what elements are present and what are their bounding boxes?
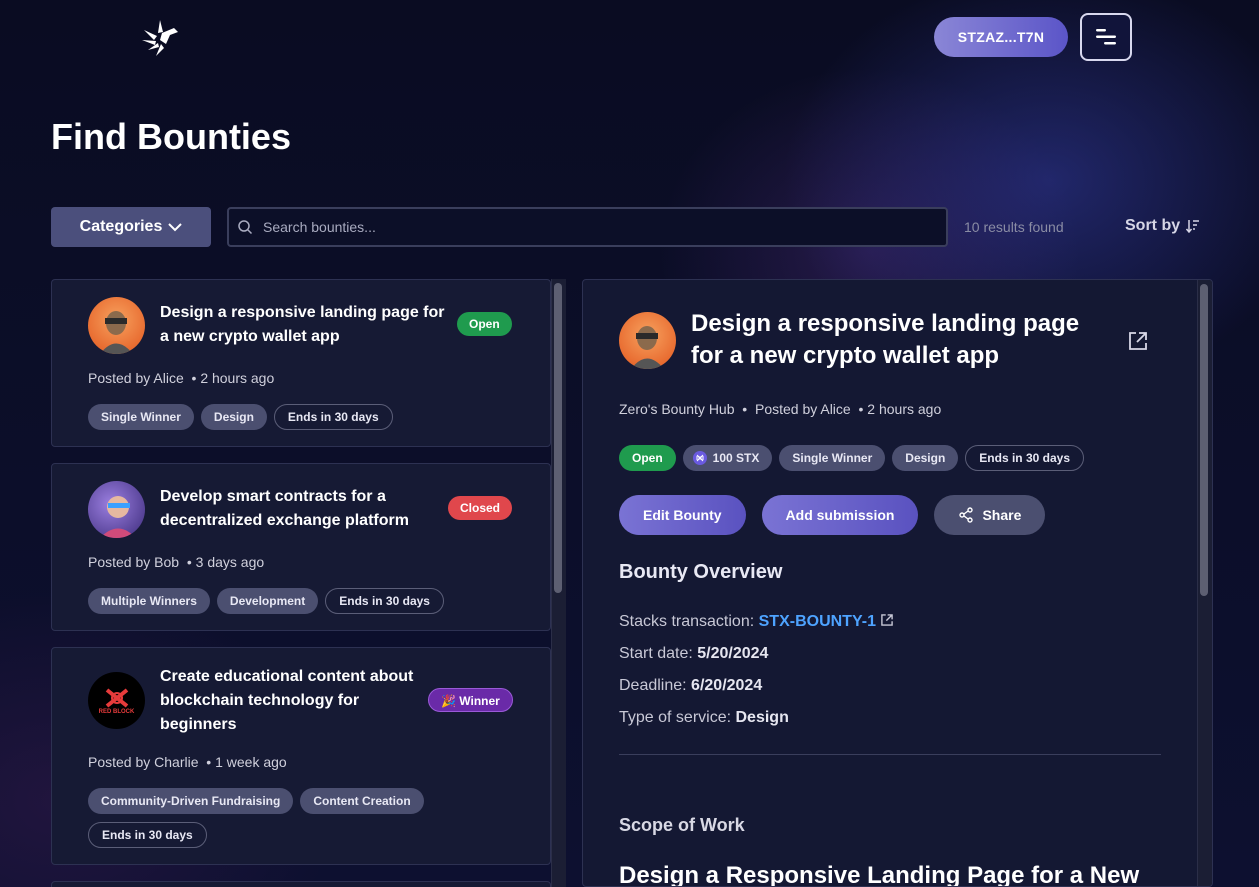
detail-title: Design a responsive landing page for a n… xyxy=(691,308,1111,372)
bounty-list: Design a responsive landing page for a n… xyxy=(51,279,567,887)
external-link-icon[interactable] xyxy=(880,613,894,627)
bounty-title: beginners xyxy=(160,716,237,733)
share-label: Share xyxy=(982,507,1022,523)
posted-time: 3 days ago xyxy=(195,554,265,570)
page-title: Find Bounties xyxy=(51,116,291,157)
scope-heading: Scope of Work xyxy=(619,815,745,835)
posted-by: Posted by Alice xyxy=(88,370,184,386)
service-value: Design xyxy=(735,709,789,726)
ends-tag: Ends in 30 days xyxy=(965,445,1084,471)
edit-bounty-button[interactable]: Edit Bounty xyxy=(619,495,746,535)
status-badge: Open xyxy=(619,445,676,471)
bounty-card[interactable]: RED BLOCK Create educational content abo… xyxy=(51,647,551,865)
deadline-label: Deadline: xyxy=(619,677,692,694)
bounty-title: Develop smart contracts for a xyxy=(160,488,386,505)
tag: Multiple Winners xyxy=(88,588,210,614)
tx-label: Stacks transaction: xyxy=(619,613,759,630)
ends-tag: Ends in 30 days xyxy=(88,822,207,848)
share-icon xyxy=(959,507,974,523)
start-label: Start date: xyxy=(619,645,698,662)
overview-heading: Bounty Overview xyxy=(619,561,783,583)
share-button[interactable]: Share xyxy=(934,495,1046,535)
sort-icon xyxy=(1186,220,1200,233)
bounty-card[interactable]: Design a responsive landing page for a n… xyxy=(51,279,551,447)
tag: Single Winner xyxy=(88,404,194,430)
service-label: Type of service: xyxy=(619,709,736,726)
results-count: 10 results found xyxy=(964,219,1064,235)
detail-scrollbar-thumb[interactable] xyxy=(1200,284,1208,596)
scope-title: Design a Responsive Landing Page for a N… xyxy=(619,862,1140,887)
sort-button[interactable]: Sort by xyxy=(1125,217,1200,235)
sort-label: Sort by xyxy=(1125,217,1181,234)
avatar: RED BLOCK xyxy=(88,672,145,729)
bounty-title: a new crypto wallet app xyxy=(160,328,340,345)
avatar xyxy=(88,481,145,538)
posted-by: Posted by Charlie xyxy=(88,754,199,770)
search-box[interactable] xyxy=(227,207,948,247)
menu-icon xyxy=(1096,29,1116,45)
bounty-card[interactable]: Develop smart contracts for a decentrali… xyxy=(51,463,551,631)
posted-time: 1 week ago xyxy=(215,754,287,770)
chevron-down-icon xyxy=(168,223,183,232)
status-badge: Open xyxy=(457,312,512,336)
bounty-title: blockchain technology for xyxy=(160,692,360,709)
add-submission-button[interactable]: Add submission xyxy=(761,495,919,535)
categories-dropdown[interactable]: Categories xyxy=(51,207,211,247)
tag: Community-Driven Fundraising xyxy=(88,788,294,814)
categories-label: Categories xyxy=(79,218,163,235)
deadline-line: Deadline: 6/20/2024 xyxy=(619,677,762,695)
ends-tag: Ends in 30 days xyxy=(273,404,393,430)
search-input[interactable] xyxy=(253,219,946,235)
tag: Single Winner xyxy=(779,445,886,471)
divider xyxy=(619,754,1161,755)
hub-name: Zero's Bounty Hub xyxy=(619,401,735,417)
list-scrollbar-thumb[interactable] xyxy=(554,283,562,593)
tag: Development xyxy=(216,588,319,614)
detail-title-line: Design a responsive landing page xyxy=(691,310,1080,337)
start-date-line: Start date: 5/20/2024 xyxy=(619,645,768,663)
avatar-text: RED BLOCK xyxy=(98,708,135,715)
bounty-detail-panel: Design a responsive landing page for a n… xyxy=(582,279,1213,887)
posted-by: Posted by Bob xyxy=(88,554,180,570)
ends-tag: Ends in 30 days xyxy=(325,588,444,614)
menu-button[interactable] xyxy=(1080,13,1132,61)
transaction-line: Stacks transaction: STX-BOUNTY-1 xyxy=(619,613,894,631)
tag: Design xyxy=(892,445,959,471)
tag: Design xyxy=(200,404,267,430)
tx-link[interactable]: STX-BOUNTY-1 xyxy=(759,613,876,630)
status-badge: 🎉 Winner xyxy=(428,688,513,712)
top-bar: STZAZ...T7N xyxy=(0,0,1259,80)
bounty-card[interactable] xyxy=(51,881,551,887)
posted-by: Posted by Alice xyxy=(754,401,851,417)
logo-bird-icon[interactable] xyxy=(140,18,180,58)
service-line: Type of service: Design xyxy=(619,709,789,727)
posted-time: 2 hours ago xyxy=(867,401,942,417)
tag: Content Creation xyxy=(300,788,424,814)
deadline-value: 6/20/2024 xyxy=(691,677,763,694)
external-link-icon[interactable] xyxy=(1127,330,1149,352)
avatar xyxy=(619,312,676,369)
bounty-title: Create educational content about xyxy=(160,668,414,685)
wallet-button[interactable]: STZAZ...T7N xyxy=(934,17,1068,57)
status-badge: Closed xyxy=(448,496,513,520)
posted-time: 2 hours ago xyxy=(200,370,275,386)
search-icon xyxy=(238,220,253,235)
reward-amount: 100 STX xyxy=(712,451,760,465)
stx-token-icon xyxy=(692,451,707,465)
start-value: 5/20/2024 xyxy=(697,645,769,662)
avatar xyxy=(88,297,145,354)
reward-tag: 100 STX xyxy=(682,445,773,471)
detail-title-line: for a new crypto wallet app xyxy=(691,342,1000,369)
bounty-title: decentralized exchange platform xyxy=(160,512,409,529)
bounty-title: Design a responsive landing page for xyxy=(160,304,445,321)
